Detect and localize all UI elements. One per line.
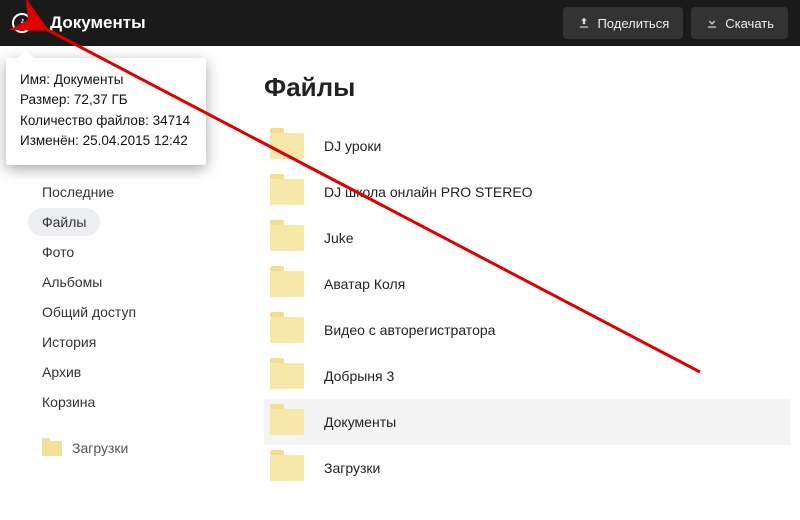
file-name: Документы — [324, 414, 396, 430]
share-icon — [577, 16, 591, 30]
download-button[interactable]: Скачать — [691, 7, 788, 39]
info-icon[interactable]: i — [12, 13, 32, 33]
main-heading: Файлы — [264, 72, 790, 103]
download-icon — [705, 16, 719, 30]
file-name: Аватар Коля — [324, 276, 405, 292]
file-name: DJ школа онлайн PRO STEREO — [324, 184, 533, 200]
folder-icon — [270, 455, 304, 481]
download-label: Скачать — [725, 16, 774, 31]
tooltip-count: Количество файлов: 34714 — [20, 111, 190, 131]
file-name: Загрузки — [324, 460, 380, 476]
sidebar-item-archive[interactable]: Архив — [28, 358, 95, 386]
file-row[interactable]: Видео с авторегистратора — [264, 307, 790, 353]
file-row[interactable]: DJ школа онлайн PRO STEREO — [264, 169, 790, 215]
sidebar-item-history[interactable]: История — [28, 328, 110, 356]
sidebar-item-photo[interactable]: Фото — [28, 238, 88, 266]
folder-icon — [270, 179, 304, 205]
tooltip-modified: Изменён: 25.04.2015 12:42 — [20, 131, 190, 151]
info-tooltip: Имя: Документы Размер: 72,37 ГБ Количест… — [6, 58, 206, 165]
tooltip-size: Размер: 72,37 ГБ — [20, 90, 190, 110]
file-row[interactable]: Документы — [264, 399, 790, 445]
tooltip-name: Имя: Документы — [20, 70, 190, 90]
file-row[interactable]: Добрыня 3 — [264, 353, 790, 399]
sidebar-item-recent[interactable]: Последние — [28, 178, 128, 206]
sidebar-sub-downloads[interactable]: Загрузки — [28, 434, 210, 456]
main-panel: Файлы DJ уроки DJ школа онлайн PRO STEREO… — [230, 46, 800, 520]
folder-icon — [42, 441, 62, 456]
file-name: Видео с авторегистратора — [324, 322, 495, 338]
folder-icon — [270, 271, 304, 297]
header-bar: i Документы Поделиться Скачать — [0, 0, 800, 46]
file-name: DJ уроки — [324, 138, 381, 154]
share-button[interactable]: Поделиться — [563, 7, 683, 39]
file-row[interactable]: Аватар Коля — [264, 261, 790, 307]
share-label: Поделиться — [597, 16, 669, 31]
sidebar-item-albums[interactable]: Альбомы — [28, 268, 116, 296]
folder-icon — [270, 225, 304, 251]
sidebar-sub-label: Загрузки — [72, 440, 128, 456]
folder-icon — [270, 317, 304, 343]
sidebar-item-files[interactable]: Файлы — [28, 208, 100, 236]
folder-icon — [270, 363, 304, 389]
file-list: DJ уроки DJ школа онлайн PRO STEREO Juke Ав… — [264, 123, 790, 491]
file-row[interactable]: Загрузки — [264, 445, 790, 491]
file-name: Juke — [324, 230, 354, 246]
page-title: Документы — [42, 13, 146, 33]
folder-icon — [270, 133, 304, 159]
sidebar-item-trash[interactable]: Корзина — [28, 388, 109, 416]
file-row[interactable]: Juke — [264, 215, 790, 261]
file-name: Добрыня 3 — [324, 368, 394, 384]
file-row[interactable]: DJ уроки — [264, 123, 790, 169]
sidebar-item-shared[interactable]: Общий доступ — [28, 298, 150, 326]
folder-icon — [270, 409, 304, 435]
